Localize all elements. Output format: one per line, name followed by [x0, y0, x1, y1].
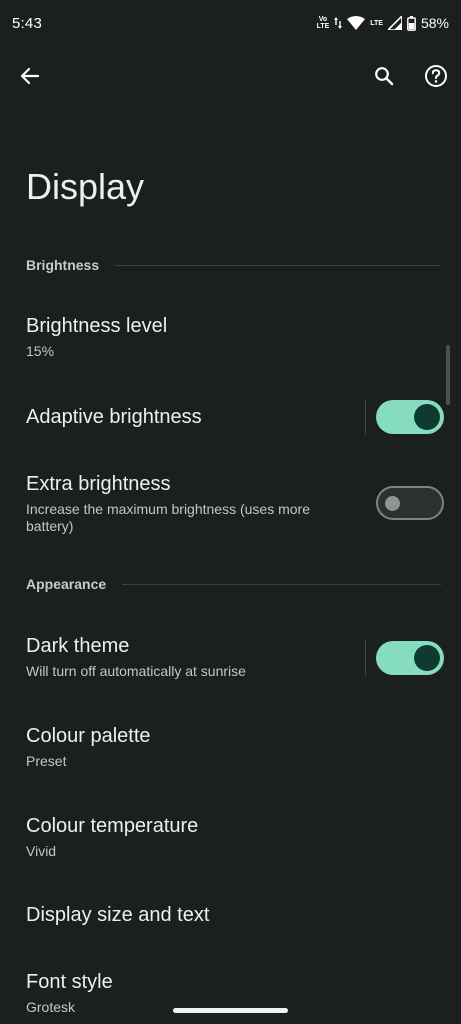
colour-palette-item[interactable]: Colour palette Preset [26, 723, 445, 770]
search-button[interactable] [366, 58, 402, 94]
colour-temperature-title: Colour temperature [26, 815, 199, 837]
section-divider [115, 264, 441, 266]
volte-indicator: Vo LTE [317, 16, 330, 30]
dark-theme-subtitle: Will turn off automatically at sunrise [26, 663, 246, 679]
section-divider [122, 583, 441, 585]
status-time: 5:43 [12, 14, 42, 32]
signal-icon [387, 16, 402, 30]
status-icons: Vo LTE LTE 58% [317, 15, 449, 31]
navigation-handle[interactable] [173, 1008, 288, 1013]
font-style-title: Font style [26, 971, 113, 993]
lte-label: LTE [370, 19, 383, 27]
toggle-thumb [385, 496, 400, 511]
app-bar [0, 56, 461, 96]
switch-divider [365, 640, 366, 676]
adaptive-brightness-toggle[interactable] [376, 400, 444, 434]
brightness-level-value: 15% [26, 343, 55, 359]
colour-temperature-item[interactable]: Colour temperature Vivid [26, 813, 445, 860]
section-header-brightness: Brightness [26, 257, 441, 273]
brightness-level-title: Brightness level [26, 315, 168, 337]
page-title: Display [26, 166, 145, 207]
section-header-appearance: Appearance [26, 576, 441, 592]
wifi-icon [347, 16, 366, 30]
dark-theme-toggle[interactable] [376, 641, 444, 675]
toggle-thumb [414, 645, 440, 671]
status-bar: 5:43 Vo LTE LTE 58% [0, 0, 461, 46]
toggle-thumb [414, 404, 440, 430]
brightness-level-item[interactable]: Brightness level 15% [26, 313, 445, 360]
help-icon [425, 65, 447, 87]
extra-brightness-toggle[interactable] [376, 486, 444, 520]
scrollbar[interactable] [446, 345, 450, 405]
switch-divider [365, 399, 366, 435]
battery-percentage: 58% [420, 15, 449, 31]
arrow-back-icon [20, 67, 40, 85]
colour-palette-title: Colour palette [26, 725, 151, 747]
battery-icon [407, 15, 416, 31]
section-label-brightness: Brightness [26, 257, 100, 273]
search-icon [375, 67, 394, 86]
data-arrows-icon [334, 16, 343, 30]
colour-palette-value: Preset [26, 753, 67, 769]
back-button[interactable] [12, 58, 48, 94]
volte-bottom-label: LTE [316, 23, 330, 30]
extra-brightness-subtitle: Increase the maximum brightness (uses mo… [26, 501, 310, 534]
volte-top-label: Vo [318, 16, 328, 23]
display-size-title: Display size and text [26, 904, 210, 926]
colour-temperature-value: Vivid [26, 843, 57, 859]
help-button[interactable] [418, 58, 454, 94]
display-size-item[interactable]: Display size and text [26, 902, 445, 928]
section-label-appearance: Appearance [26, 576, 107, 592]
